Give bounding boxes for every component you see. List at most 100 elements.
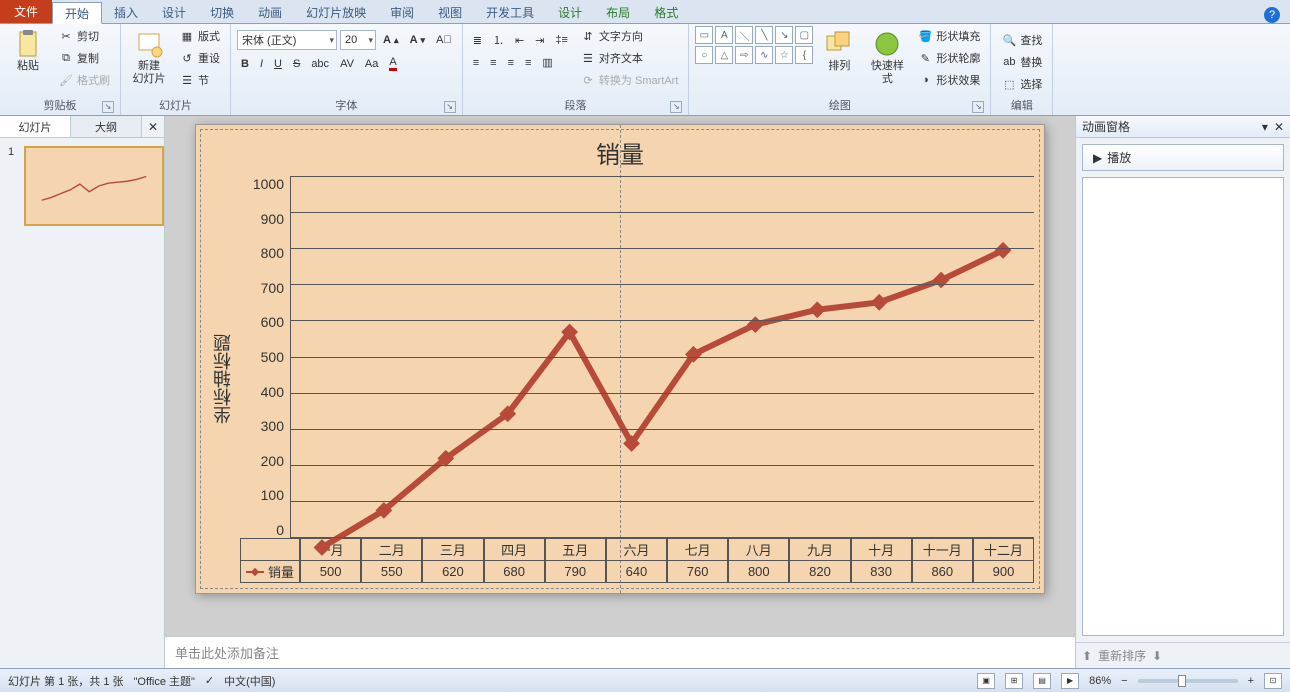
status-spellcheck-icon[interactable]: ✓ [205, 674, 214, 687]
strikethrough-button[interactable]: S [289, 56, 304, 72]
font-size-combo[interactable]: 20 [340, 30, 376, 50]
font-name-combo[interactable]: 宋体 (正文) [237, 30, 337, 50]
shape-rect2-icon[interactable]: ▢ [795, 26, 813, 44]
anim-pane-close[interactable]: ✕ [1274, 120, 1284, 134]
clipboard-dialog-launcher[interactable]: ↘ [102, 101, 114, 113]
shape-curve-icon[interactable]: ∿ [755, 46, 773, 64]
select-button[interactable]: ⬚选择 [997, 74, 1046, 94]
shape-effects-button[interactable]: ◑形状效果 [913, 70, 984, 90]
view-normal-button[interactable]: ▣ [977, 673, 995, 689]
align-right-button[interactable]: ≡ [504, 55, 518, 71]
char-spacing-button[interactable]: AV [336, 56, 358, 72]
tab-chart-format[interactable]: 格式 [642, 1, 690, 23]
shape-oval-icon[interactable]: ○ [695, 46, 713, 64]
chart-object[interactable]: 销量 坐标轴标题 1000900800700600500400300200100… [206, 135, 1034, 583]
columns-button[interactable]: ▥ [538, 54, 556, 71]
zoom-slider[interactable] [1138, 679, 1238, 683]
bullets-button[interactable]: ≣ [469, 32, 486, 49]
tab-review[interactable]: 审阅 [378, 1, 426, 23]
zoom-out-button[interactable]: − [1121, 675, 1127, 687]
justify-button[interactable]: ≡ [521, 55, 535, 71]
tab-file[interactable]: 文件 [0, 0, 52, 23]
tab-slideshow[interactable]: 幻灯片放映 [294, 1, 378, 23]
shape-arrow-icon[interactable]: ↘ [775, 26, 793, 44]
arrange-button[interactable]: 排列 [817, 26, 861, 75]
align-center-button[interactable]: ≡ [486, 55, 500, 71]
status-zoom[interactable]: 86% [1089, 675, 1111, 687]
underline-button[interactable]: U [270, 56, 286, 72]
decrease-indent-button[interactable]: ⇤ [511, 32, 528, 49]
tab-design[interactable]: 设计 [150, 1, 198, 23]
view-sorter-button[interactable]: ⊞ [1005, 673, 1023, 689]
shrink-font-button[interactable]: A▾ [406, 32, 430, 48]
shape-star-icon[interactable]: ☆ [775, 46, 793, 64]
format-painter-button[interactable]: 🖌格式刷 [54, 70, 114, 90]
align-text-button[interactable]: ☰对齐文本 [576, 48, 682, 68]
ribbon: 粘贴 ✂剪切 ⧉复制 🖌格式刷 剪贴板↘ 新建 幻灯片 ▦版式 ↺重设 [0, 24, 1290, 116]
anim-pane-menu[interactable]: ▾ [1262, 120, 1268, 134]
shape-outline-button[interactable]: ✎形状轮廓 [913, 48, 984, 68]
anim-list[interactable] [1082, 177, 1284, 636]
tab-home[interactable]: 开始 [52, 2, 102, 24]
section-button[interactable]: ☰节 [175, 70, 224, 90]
shape-rect-icon[interactable]: ▭ [695, 26, 713, 44]
nav-close-button[interactable]: ✕ [142, 116, 164, 137]
italic-button[interactable]: I [256, 56, 267, 72]
shape-line2-icon[interactable]: ╲ [755, 26, 773, 44]
align-left-button[interactable]: ≡ [469, 55, 483, 71]
font-dialog-launcher[interactable]: ↘ [444, 101, 456, 113]
change-case-button[interactable]: Aa [361, 56, 382, 72]
new-slide-button[interactable]: 新建 幻灯片 [127, 26, 171, 88]
tab-view[interactable]: 视图 [426, 1, 474, 23]
view-slideshow-button[interactable]: ▶ [1061, 673, 1079, 689]
shape-line-icon[interactable]: ＼ [735, 26, 753, 44]
bold-button[interactable]: B [237, 56, 253, 72]
tab-chart-design[interactable]: 设计 [546, 1, 594, 23]
tab-transitions[interactable]: 切换 [198, 1, 246, 23]
cut-button[interactable]: ✂剪切 [54, 26, 114, 46]
reset-button[interactable]: ↺重设 [175, 48, 224, 68]
text-direction-button[interactable]: ⇵文字方向 [576, 26, 682, 46]
zoom-in-button[interactable]: + [1248, 675, 1254, 687]
reorder-down-button[interactable]: ⬇ [1152, 649, 1162, 663]
anim-play-button[interactable]: ▶播放 [1082, 144, 1284, 171]
quick-styles-button[interactable]: 快速样式 [865, 26, 909, 88]
paragraph-dialog-launcher[interactable]: ↘ [670, 101, 682, 113]
replace-button[interactable]: ab替换 [997, 52, 1046, 72]
shapes-gallery[interactable]: ▭ A ＼ ╲ ↘ ▢ ○ △ ⇨ ∿ ☆ { [695, 26, 813, 64]
tab-animations[interactable]: 动画 [246, 1, 294, 23]
view-reading-button[interactable]: ▤ [1033, 673, 1051, 689]
shadow-button[interactable]: abc [307, 56, 333, 72]
tab-insert[interactable]: 插入 [102, 1, 150, 23]
brush-icon: 🖌 [58, 72, 74, 88]
copy-button[interactable]: ⧉复制 [54, 48, 114, 68]
fit-window-button[interactable]: ⊡ [1264, 673, 1282, 689]
find-button[interactable]: 🔍查找 [997, 30, 1046, 50]
paste-button[interactable]: 粘贴 [6, 26, 50, 75]
smartart-button[interactable]: ⟳转换为 SmartArt [576, 70, 682, 90]
shape-arrowr-icon[interactable]: ⇨ [735, 46, 753, 64]
drawing-dialog-launcher[interactable]: ↘ [972, 101, 984, 113]
tab-chart-layout[interactable]: 布局 [594, 1, 642, 23]
help-icon[interactable]: ? [1264, 7, 1280, 23]
nav-tab-slides[interactable]: 幻灯片 [0, 116, 71, 137]
shape-text-icon[interactable]: A [715, 26, 733, 44]
layout-button[interactable]: ▦版式 [175, 26, 224, 46]
notes-pane[interactable]: 单击此处添加备注 [165, 636, 1075, 668]
slide-thumbnail[interactable] [24, 146, 164, 226]
shape-fill-button[interactable]: 🪣形状填充 [913, 26, 984, 46]
font-color-button[interactable]: A [385, 54, 400, 73]
shape-tri-icon[interactable]: △ [715, 46, 733, 64]
group-drawing: ▭ A ＼ ╲ ↘ ▢ ○ △ ⇨ ∿ ☆ { 排列 [689, 24, 991, 115]
reorder-up-button[interactable]: ⬆ [1082, 649, 1092, 663]
increase-indent-button[interactable]: ⇥ [531, 32, 548, 49]
tab-developer[interactable]: 开发工具 [474, 1, 546, 23]
line-spacing-button[interactable]: ‡≡ [551, 32, 572, 48]
shape-brace-icon[interactable]: { [795, 46, 813, 64]
slide[interactable]: 销量 坐标轴标题 1000900800700600500400300200100… [195, 124, 1045, 594]
nav-tab-outline[interactable]: 大纲 [71, 116, 142, 137]
clear-format-button[interactable]: A⃠ [432, 32, 456, 48]
status-language[interactable]: 中文(中国) [224, 673, 275, 689]
numbering-button[interactable]: ⒈ [489, 30, 508, 50]
grow-font-button[interactable]: A▴ [379, 32, 403, 48]
